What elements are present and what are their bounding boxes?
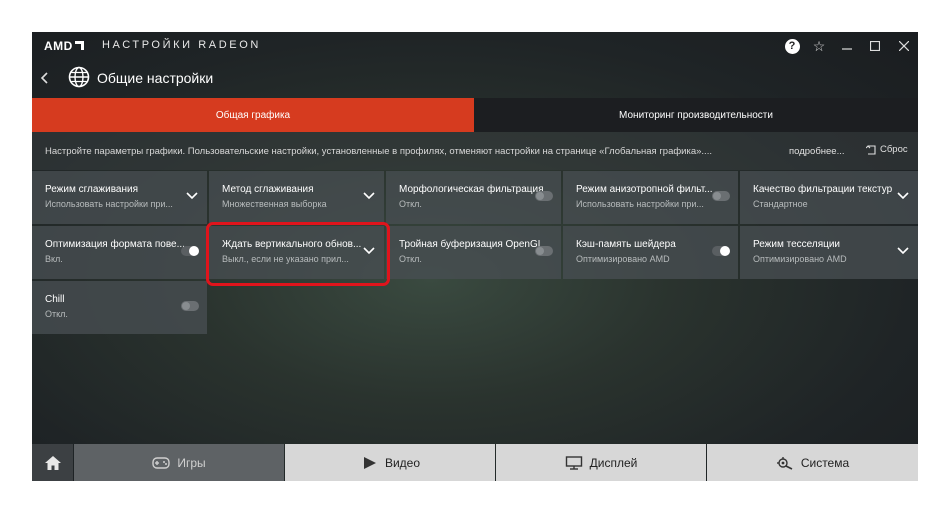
description-bar: Настройте параметры графики. Пользовател… <box>32 132 918 170</box>
page-header: Общие настройки <box>32 62 918 96</box>
nav-system-label: Система <box>800 455 850 470</box>
globe-icon <box>68 66 90 88</box>
setting-value: Оптимизировано AMD <box>753 254 847 264</box>
setting-morphological-filtering[interactable]: Морфологическая фильтрация Откл. <box>386 171 561 224</box>
chevron-down-icon <box>897 192 909 200</box>
amd-arrow-icon <box>74 41 84 50</box>
setting-label: Кэш-память шейдера <box>576 239 676 250</box>
favorite-button[interactable]: ☆ <box>809 36 829 56</box>
setting-triple-buffering-opengl[interactable]: Тройная буферизация OpenGL Откл. <box>386 226 561 279</box>
chevron-down-icon <box>186 192 198 200</box>
setting-value: Множественная выборка <box>222 199 327 209</box>
highlight-frame <box>206 222 390 286</box>
close-button[interactable] <box>894 36 914 56</box>
play-icon <box>363 456 376 469</box>
setting-antialiasing-mode[interactable]: Режим сглаживания Использовать настройки… <box>32 171 207 224</box>
setting-tessellation-mode[interactable]: Режим тесселяции Оптимизировано AMD <box>740 226 918 279</box>
setting-label: Режим сглаживания <box>45 184 138 195</box>
toggle-knob <box>713 192 721 200</box>
setting-value: Вкл. <box>45 254 63 264</box>
tab-performance-monitoring[interactable]: Мониторинг производительности <box>474 98 918 132</box>
title-bar: AMD НАСТРОЙКИ RADEON ? ☆ <box>32 32 918 60</box>
nav-games-label: Игры <box>177 455 206 470</box>
bottom-navigation: Игры Видео Дисплей Система <box>32 444 918 481</box>
setting-value: Стандартное <box>753 199 808 209</box>
toggle-knob <box>536 192 544 200</box>
nav-video-label: Видео <box>384 455 421 470</box>
setting-chill[interactable]: Chill Откл. <box>32 281 207 334</box>
app-title: НАСТРОЙКИ RADEON <box>102 39 261 51</box>
home-button[interactable] <box>32 444 73 481</box>
tab-bar: Общая графика Мониторинг производительно… <box>32 98 918 132</box>
description-text: Настройте параметры графики. Пользовател… <box>45 146 712 157</box>
gamepad-icon <box>152 456 171 469</box>
amd-logo-text: AMD <box>44 39 73 53</box>
minimize-button[interactable] <box>837 36 857 56</box>
setting-label: Метод сглаживания <box>222 184 314 195</box>
setting-texture-filtering-quality[interactable]: Качество фильтрации текстур Стандартное <box>740 171 918 224</box>
setting-shader-cache[interactable]: Кэш-память шейдера Оптимизировано AMD <box>563 226 738 279</box>
setting-label: Качество фильтрации текстур <box>753 184 893 195</box>
setting-value: Откл. <box>399 199 422 209</box>
chevron-down-icon <box>897 247 909 255</box>
help-icon: ? <box>784 38 800 54</box>
setting-label: Морфологическая фильтрация <box>399 184 544 195</box>
nav-display[interactable]: Дисплей <box>496 444 706 481</box>
reset-icon <box>866 144 876 155</box>
maximize-icon <box>870 41 880 51</box>
chevron-left-icon <box>40 72 48 84</box>
nav-system[interactable]: Система <box>707 444 918 481</box>
toggle-knob <box>189 246 199 256</box>
minimize-icon <box>842 48 852 50</box>
toggle-switch[interactable] <box>181 246 199 256</box>
setting-anisotropic-filtering[interactable]: Режим анизотропной фильт... Использовать… <box>563 171 738 224</box>
close-icon <box>899 41 909 51</box>
reset-label: Сброс <box>880 144 908 155</box>
chevron-down-icon <box>363 192 375 200</box>
setting-label: Chill <box>45 294 65 305</box>
amd-logo: AMD <box>44 39 84 53</box>
toggle-knob <box>536 247 544 255</box>
nav-video[interactable]: Видео <box>285 444 495 481</box>
setting-label: Режим анизотропной фильт... <box>576 184 713 195</box>
toggle-knob <box>182 302 190 310</box>
star-icon: ☆ <box>812 37 826 54</box>
tab-global-graphics[interactable]: Общая графика <box>32 98 474 132</box>
help-button[interactable]: ? <box>782 36 802 56</box>
reset-button[interactable]: Сброс <box>866 144 908 155</box>
toggle-switch[interactable] <box>535 246 553 256</box>
setting-value: Использовать настройки при... <box>45 199 173 209</box>
maximize-button[interactable] <box>865 36 885 56</box>
toggle-switch[interactable] <box>535 191 553 201</box>
setting-value: Оптимизировано AMD <box>576 254 670 264</box>
toggle-switch[interactable] <box>181 301 199 311</box>
setting-antialiasing-method[interactable]: Метод сглаживания Множественная выборка <box>209 171 384 224</box>
radeon-settings-window: AMD НАСТРОЙКИ RADEON ? ☆ Общие настройки… <box>32 32 918 481</box>
setting-label: Оптимизация формата пове... <box>45 239 185 250</box>
gear-wrench-icon <box>776 456 793 470</box>
nav-games[interactable]: Игры <box>74 444 284 481</box>
toggle-switch[interactable] <box>712 246 730 256</box>
toggle-knob <box>720 246 730 256</box>
setting-label: Режим тесселяции <box>753 239 841 250</box>
monitor-icon <box>565 455 582 470</box>
setting-value: Откл. <box>45 309 68 319</box>
nav-display-label: Дисплей <box>589 455 638 470</box>
setting-value: Использовать настройки при... <box>576 199 704 209</box>
setting-surface-format-optimization[interactable]: Оптимизация формата пове... Вкл. <box>32 226 207 279</box>
more-link[interactable]: подробнее... <box>789 146 845 157</box>
back-button[interactable] <box>38 68 54 88</box>
setting-value: Откл. <box>399 254 422 264</box>
toggle-switch[interactable] <box>712 191 730 201</box>
home-icon <box>44 455 61 470</box>
page-title: Общие настройки <box>97 70 214 86</box>
setting-label: Тройная буферизация OpenGL <box>399 239 544 250</box>
